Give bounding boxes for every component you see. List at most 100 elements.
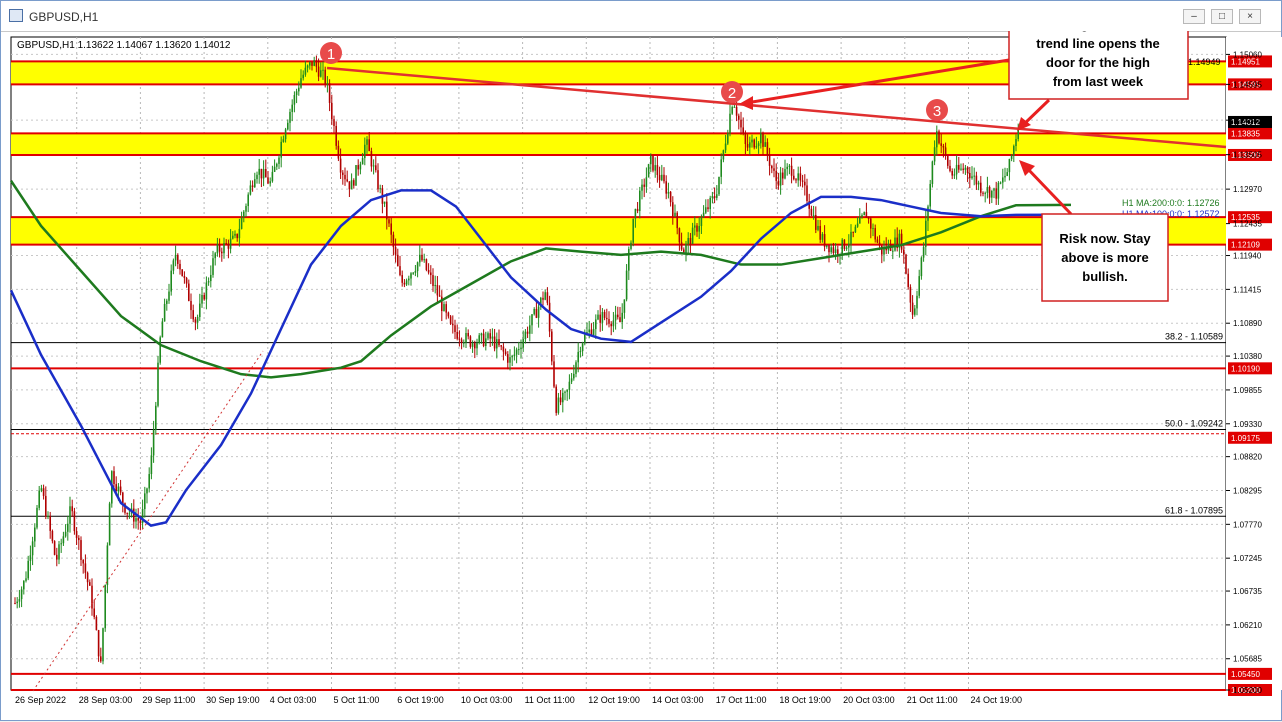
price-tick-label: 1.05685 (1233, 655, 1262, 664)
candle-body (421, 254, 423, 261)
candle-body (27, 560, 29, 579)
candle-body (256, 174, 258, 180)
time-tick-label: 6 Oct 19:00 (397, 695, 444, 705)
candle-body (177, 254, 179, 264)
candle-body (768, 155, 771, 166)
time-tick-label: 30 Sep 19:00 (206, 695, 260, 705)
candle-body (45, 495, 47, 517)
candle-body (168, 291, 170, 301)
candle-body (775, 170, 777, 181)
price-tick-label: 1.14040 (1233, 116, 1262, 125)
candle-body (962, 168, 964, 170)
candle-body (744, 132, 747, 145)
candle-body (779, 172, 782, 186)
close-button[interactable]: × (1239, 9, 1261, 24)
candle-body (606, 317, 608, 320)
candle-body (135, 518, 137, 522)
candle-body (210, 274, 212, 282)
candle-body (456, 331, 458, 339)
candle-body (971, 176, 973, 179)
top-line-label: 1.14949 (1188, 57, 1221, 67)
candle-body (502, 346, 505, 352)
candle-body (337, 145, 340, 159)
candle-body (47, 516, 49, 518)
candle-body (91, 585, 93, 609)
candle-body (678, 228, 681, 243)
title-bar[interactable]: GBPUSD,H1 – □ × (1, 1, 1281, 32)
candle-body (38, 490, 40, 508)
candle-body (467, 332, 469, 337)
candle-body (764, 142, 766, 147)
candle-body (727, 133, 729, 144)
candle-body (40, 488, 43, 491)
candle-body (702, 212, 705, 217)
candle-body (62, 536, 65, 544)
candle-body (236, 233, 238, 239)
candle-body (740, 119, 742, 128)
candle-body (509, 357, 511, 363)
candle-body (377, 170, 379, 190)
candle-body (856, 223, 859, 227)
candle-body (867, 217, 870, 219)
candle-body (619, 317, 621, 323)
candle-body (685, 243, 687, 254)
candle-body (203, 294, 205, 300)
candle-body (674, 212, 676, 217)
candle-body (947, 156, 949, 166)
candle-body (454, 325, 456, 332)
price-chart[interactable]: 1.149511.145951.138351.135001.125351.121… (1, 31, 1282, 722)
candle-body (925, 220, 927, 247)
maximize-button[interactable]: □ (1211, 9, 1233, 24)
candle-body (419, 254, 421, 263)
candle-body (806, 185, 808, 202)
candle-body (23, 580, 25, 590)
candle-body (955, 164, 958, 175)
candle-body (322, 69, 324, 71)
minimize-button[interactable]: – (1183, 9, 1205, 24)
annotation-line: from last week (1053, 74, 1144, 89)
candle-body (300, 78, 302, 88)
candle-body (386, 201, 388, 220)
candle-body (562, 392, 564, 403)
time-tick-label: 11 Oct 11:00 (525, 695, 575, 705)
level-price-label: 1.10190 (1231, 364, 1260, 373)
time-axis-labels: 26 Sep 2022 28 Sep 03:00 29 Sep 11:00 30 Se… (15, 695, 1022, 705)
candle-body (599, 314, 601, 323)
candle-body (909, 286, 912, 303)
candle-body (815, 214, 817, 230)
candle-body (632, 218, 634, 243)
candle-body (850, 231, 852, 244)
candle-body (680, 242, 683, 250)
candle-body (984, 192, 986, 194)
candle-body (845, 247, 848, 249)
candle-body (493, 336, 496, 349)
candle-body (20, 589, 23, 600)
candle-body (810, 208, 813, 216)
candle-body (694, 225, 696, 228)
candle-body (179, 263, 181, 270)
candle-body (97, 630, 100, 657)
candle-body (295, 91, 298, 96)
candle-body (452, 323, 454, 326)
candle-body (185, 278, 188, 284)
marker-3: 3 (926, 99, 948, 121)
candle-body (746, 144, 749, 148)
candle-body (658, 174, 661, 181)
candle-body (476, 342, 478, 349)
candle-body (964, 167, 967, 170)
candle-body (630, 242, 632, 249)
candle-body (139, 520, 142, 524)
candle-body (570, 378, 573, 382)
candle-body (49, 516, 51, 531)
candle-body (443, 304, 445, 312)
candle-body (260, 168, 263, 179)
candle-body (795, 179, 797, 181)
candle-body (465, 332, 467, 343)
annotation-line: trend line opens the (1036, 36, 1160, 51)
candle-body (234, 233, 236, 236)
price-tick-label: 1.07770 (1233, 520, 1262, 529)
candle-body (559, 397, 562, 403)
candle-body (878, 242, 881, 246)
candle-body (403, 282, 406, 285)
candle-body (60, 543, 62, 545)
